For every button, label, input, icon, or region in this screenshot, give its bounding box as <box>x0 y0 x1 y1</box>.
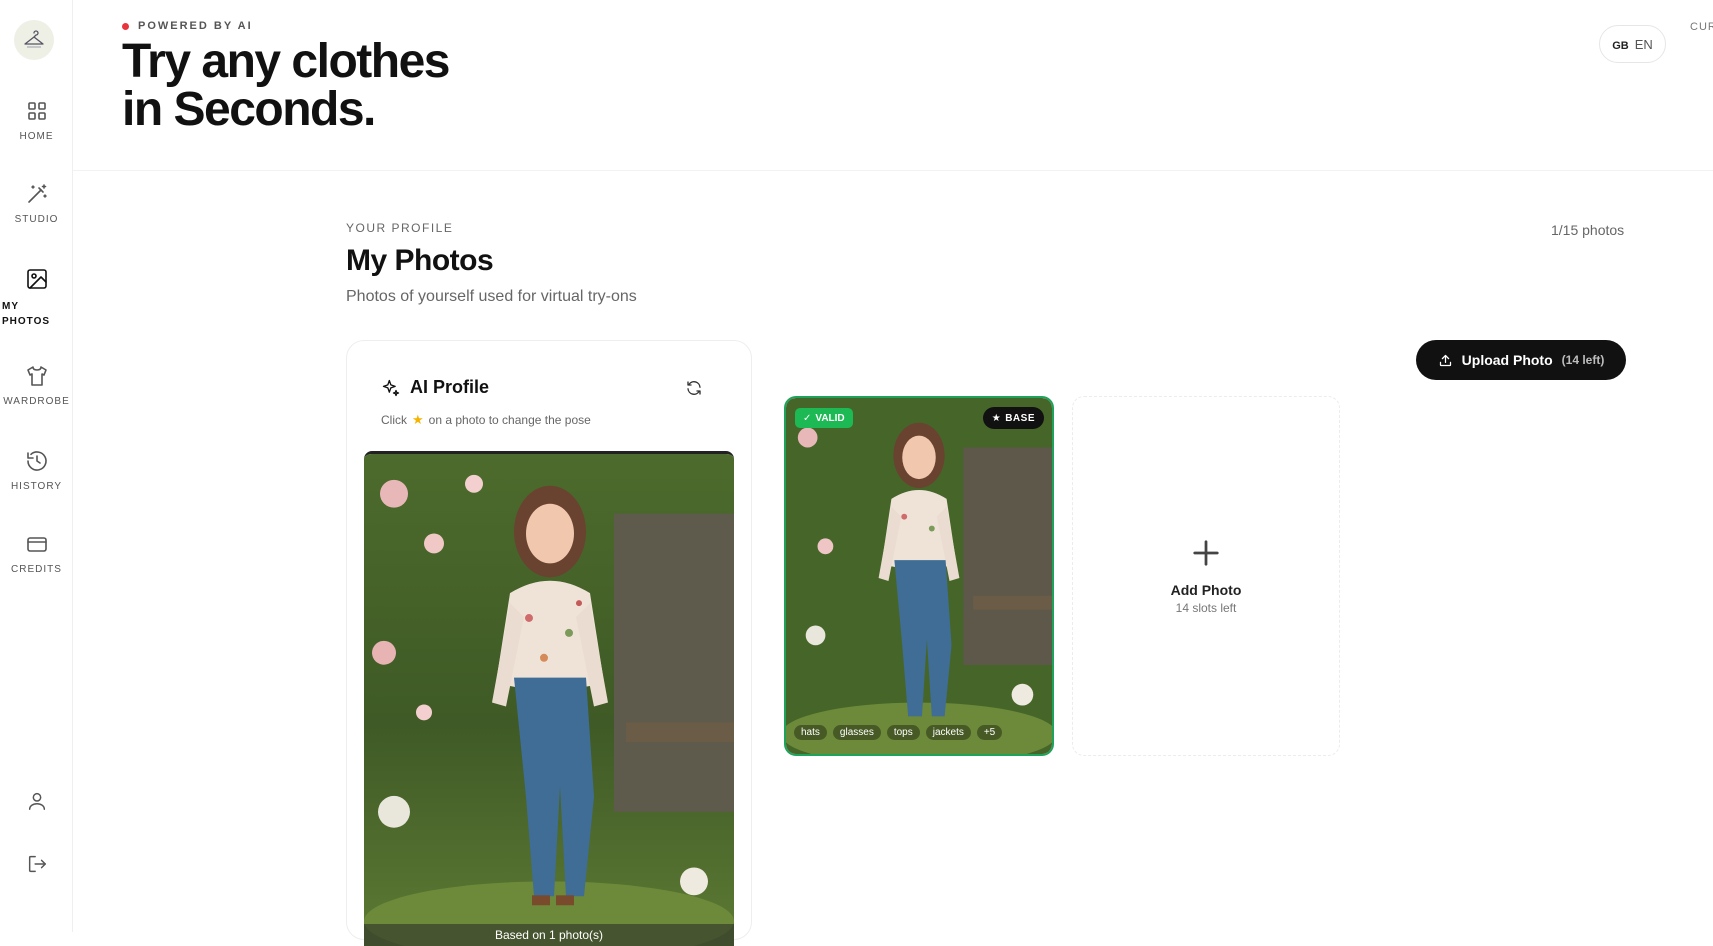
person-photo-illustration <box>364 454 734 946</box>
page-subtitle: Photos of yourself used for virtual try-… <box>346 288 637 305</box>
person-photo-illustration <box>786 398 1052 754</box>
base-label: BASE <box>1005 412 1035 424</box>
section-eyebrow: YOUR PROFILE <box>346 221 454 235</box>
base-badge[interactable]: ★ BASE <box>982 407 1044 429</box>
hero-title-line-2: in Seconds. <box>122 83 376 136</box>
history-icon <box>26 451 47 471</box>
grid-icon <box>27 102 46 120</box>
app-logo[interactable] <box>14 20 54 60</box>
status-dot <box>122 22 129 30</box>
sidebar-item-label: HISTORY <box>10 481 63 492</box>
magic-wand-icon <box>27 184 47 203</box>
sidebar-item-label: STUDIO <box>14 214 59 225</box>
photo-tags: hats glasses tops jackets +5 <box>794 725 1003 740</box>
sidebar-item-home[interactable]: HOME <box>0 99 73 142</box>
add-photo-subtitle: 14 slots left <box>1175 600 1237 615</box>
sidebar-item-label: HOME <box>19 131 54 142</box>
star-icon: ★ <box>991 412 1002 424</box>
credit-card-icon <box>26 537 47 552</box>
sidebar-item-my-photos[interactable]: MY PHOTOS <box>0 267 73 329</box>
valid-badge: ✓ VALID <box>795 408 853 428</box>
flag-icon: GB <box>1612 39 1629 52</box>
upload-icon <box>1439 354 1451 366</box>
photo-count: 1/15 photos <box>1551 222 1625 238</box>
eyebrow-text: POWERED BY AI <box>138 20 253 32</box>
hint-suffix: on a photo to change the pose <box>428 413 591 427</box>
check-icon: ✓ <box>803 412 812 424</box>
valid-label: VALID <box>815 412 845 424</box>
sidebar-item-label: CREDITS <box>11 564 62 575</box>
sidebar-item-credits[interactable]: CREDITS <box>0 532 73 575</box>
ai-profile-hint: Click ★ on a photo to change the pose <box>381 412 591 428</box>
hint-prefix: Click <box>381 413 407 427</box>
tag-jackets: jackets <box>925 725 971 740</box>
language-code: EN <box>1634 36 1653 52</box>
sidebar-item-label: WARDROBE <box>3 396 70 407</box>
sidebar-item-label: MY PHOTOS <box>2 301 51 327</box>
powered-by-ai-label: POWERED BY AI <box>122 20 449 32</box>
add-photo-card[interactable]: Add Photo 14 slots left <box>1072 396 1340 756</box>
upload-photo-button[interactable]: Upload Photo (14 left) <box>1416 340 1626 380</box>
header-divider <box>73 170 1713 171</box>
hero: POWERED BY AI Try any clothes in Seconds… <box>122 20 450 136</box>
tag-more: +5 <box>976 725 1003 740</box>
sidebar-item-history[interactable]: HISTORY <box>0 449 73 492</box>
sidebar-item-studio[interactable]: STUDIO <box>0 182 73 225</box>
plus-icon <box>1193 539 1219 566</box>
photo-card[interactable]: ✓ VALID ★ BASE hats glasses tops jackets… <box>784 396 1054 756</box>
ai-profile-card: AI Profile Click ★ on a photo to change … <box>346 340 752 946</box>
hanger-logo-icon <box>24 30 44 48</box>
tag-hats: hats <box>794 725 827 740</box>
refresh-icon <box>687 381 701 395</box>
tag-tops: tops <box>886 725 920 740</box>
hero-title: Try any clothes in Seconds. <box>122 35 450 136</box>
currency-selector[interactable]: CUR <box>1690 21 1713 33</box>
sidebar: HOME STUDIO MY PHOTOS WARDROBE HISTORY C… <box>0 0 73 932</box>
star-icon: ★ <box>412 412 424 427</box>
shirt-icon <box>26 366 47 386</box>
sparkles-icon <box>382 379 400 396</box>
image-icon <box>26 269 47 289</box>
add-photo-title: Add Photo <box>1170 581 1242 598</box>
tag-glasses: glasses <box>832 725 881 740</box>
upload-remaining: (14 left) <box>1561 353 1605 367</box>
language-selector[interactable]: GB EN <box>1599 25 1666 63</box>
ai-profile-title: AI Profile <box>410 377 490 397</box>
based-on-caption: Based on 1 photo(s) <box>364 924 734 946</box>
logout-icon <box>28 855 46 873</box>
user-icon <box>28 792 45 810</box>
page-title: My Photos <box>346 244 494 277</box>
ai-profile-photo: Based on 1 photo(s) <box>364 451 734 946</box>
logout-button[interactable] <box>0 853 73 875</box>
profile-button[interactable] <box>0 790 73 812</box>
sidebar-item-wardrobe[interactable]: WARDROBE <box>0 364 73 407</box>
refresh-button[interactable] <box>685 379 703 402</box>
hero-title-line-1: Try any clothes <box>122 35 450 88</box>
upload-label: Upload Photo <box>1461 352 1553 368</box>
ai-profile-header: AI Profile <box>381 377 489 398</box>
